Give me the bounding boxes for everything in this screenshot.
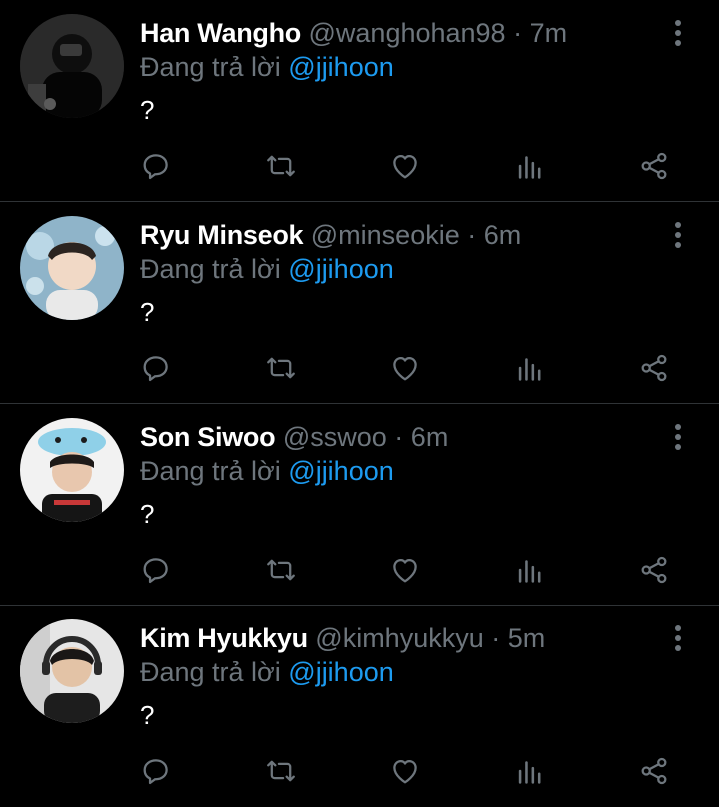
mention-link[interactable]: @jjihoon [288,657,393,687]
tweet-header: Kim Hyukkyu @kimhyukkyu · 5m [140,623,545,653]
avatar[interactable] [20,418,124,522]
tweet-text: ? [140,700,155,730]
retweet-button[interactable] [261,146,301,186]
avatar[interactable] [20,14,124,118]
analytics-bars-icon [518,156,541,179]
more-vertical-icon [675,625,681,651]
retweet-button[interactable] [261,751,301,791]
analytics-bars-icon [518,761,541,784]
more-vertical-icon [675,20,681,46]
mention-link[interactable]: @jjihoon [288,52,393,82]
replying-to-label: Đang trả lời [140,456,281,486]
share-button[interactable] [634,348,674,388]
replying-to-line: Đang trả lời @jjihoon [140,657,394,687]
tweet-header: Han Wangho @wanghohan98 · 7m [140,18,567,48]
views-button[interactable] [510,348,550,388]
analytics-bars-icon [518,560,541,583]
reply-button[interactable] [136,348,176,388]
tweet-text: ? [140,297,155,327]
like-button[interactable] [385,751,425,791]
more-options-button[interactable] [664,621,692,655]
heart-icon [393,759,417,784]
user-handle[interactable]: @sswoo [283,422,387,452]
tweet-actions [0,550,719,590]
timestamp[interactable]: 6m [411,422,449,452]
user-handle[interactable]: @wanghohan98 [309,18,506,48]
share-nodes-icon [641,152,667,180]
tweet-actions [0,348,719,388]
display-name[interactable]: Han Wangho [140,18,301,48]
share-button[interactable] [634,550,674,590]
reply-bubble-icon [143,154,168,180]
replying-to-line: Đang trả lời @jjihoon [140,52,394,82]
share-button[interactable] [634,751,674,791]
mention-link[interactable]: @jjihoon [288,456,393,486]
user-handle[interactable]: @minseokie [311,220,460,250]
tweet-header: Son Siwoo @sswoo · 6m [140,422,448,452]
tweet-actions [0,146,719,186]
retweet-button[interactable] [261,348,301,388]
timestamp[interactable]: 7m [530,18,568,48]
tweet-text: ? [140,95,155,125]
more-options-button[interactable] [664,16,692,50]
separator-dot: · [394,422,404,452]
tweet-card[interactable]: Ryu Minseok @minseokie · 6m Đang trả lời… [0,202,719,404]
share-nodes-icon [641,757,667,785]
retweet-icon [267,357,295,379]
tweet-card[interactable]: Son Siwoo @sswoo · 6m Đang trả lời @jjih… [0,404,719,606]
timestamp[interactable]: 5m [508,623,546,653]
reply-bubble-icon [143,759,168,785]
heart-icon [393,154,417,179]
retweet-icon [267,559,295,581]
like-button[interactable] [385,348,425,388]
user-handle[interactable]: @kimhyukkyu [315,623,483,653]
reply-button[interactable] [136,751,176,791]
share-nodes-icon [641,354,667,382]
separator-dot: · [467,220,477,250]
mention-link[interactable]: @jjihoon [288,254,393,284]
tweet-actions [0,751,719,791]
views-button[interactable] [510,550,550,590]
more-vertical-icon [675,424,681,450]
share-nodes-icon [641,556,667,584]
replying-to-line: Đang trả lời @jjihoon [140,254,394,284]
tweet-header: Ryu Minseok @minseokie · 6m [140,220,521,250]
reply-button[interactable] [136,146,176,186]
replying-to-line: Đang trả lời @jjihoon [140,456,394,486]
more-options-button[interactable] [664,218,692,252]
retweet-icon [267,155,295,177]
tweet-card[interactable]: Kim Hyukkyu @kimhyukkyu · 5m Đang trả lờ… [0,605,719,807]
share-button[interactable] [634,146,674,186]
retweet-button[interactable] [261,550,301,590]
tweet-card[interactable]: Han Wangho @wanghohan98 · 7m Đang trả lờ… [0,0,719,202]
display-name[interactable]: Son Siwoo [140,422,276,452]
views-button[interactable] [510,146,550,186]
like-button[interactable] [385,146,425,186]
views-button[interactable] [510,751,550,791]
separator-dot: · [513,18,523,48]
retweet-icon [267,760,295,782]
heart-icon [393,558,417,583]
analytics-bars-icon [518,358,541,381]
separator-dot: · [491,623,501,653]
display-name[interactable]: Ryu Minseok [140,220,304,250]
like-button[interactable] [385,550,425,590]
avatar[interactable] [20,619,124,723]
replying-to-label: Đang trả lời [140,254,281,284]
reply-bubble-icon [143,558,168,584]
more-vertical-icon [675,222,681,248]
reply-button[interactable] [136,550,176,590]
tweet-text: ? [140,499,155,529]
replying-to-label: Đang trả lời [140,657,281,687]
replying-to-label: Đang trả lời [140,52,281,82]
display-name[interactable]: Kim Hyukkyu [140,623,308,653]
heart-icon [393,356,417,381]
reply-bubble-icon [143,356,168,382]
timestamp[interactable]: 6m [484,220,522,250]
more-options-button[interactable] [664,420,692,454]
avatar[interactable] [20,216,124,320]
